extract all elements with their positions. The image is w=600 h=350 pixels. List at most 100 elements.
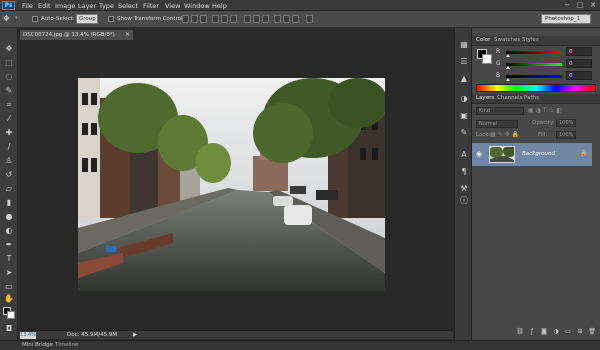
- distribute-hcenter-icon[interactable]: [283, 15, 290, 23]
- lock-options-icons[interactable]: ▦✎✥🔒: [490, 131, 530, 139]
- align-vcenter-icon[interactable]: [191, 15, 198, 23]
- layer-visibility-eye-icon[interactable]: ◉: [476, 150, 482, 158]
- shape-tool-icon[interactable]: ▭: [4, 282, 14, 292]
- menu-image[interactable]: Image: [55, 2, 75, 10]
- clone-stamp-tool-icon[interactable]: ♙: [4, 156, 14, 166]
- menu-help[interactable]: Help: [212, 2, 227, 10]
- distribute-left-icon[interactable]: [274, 15, 281, 23]
- properties-panel-icon[interactable]: ☰: [459, 57, 469, 67]
- document-tab[interactable]: DSC08724.jpg @ 13.4% (RGB/8*) ×: [19, 29, 134, 40]
- green-slider[interactable]: [506, 63, 562, 66]
- quick-mask-icon[interactable]: ◘: [4, 324, 14, 334]
- history-panel-icon[interactable]: ▦: [459, 40, 469, 50]
- menu-view[interactable]: View: [165, 2, 180, 10]
- zoom-field[interactable]: 13.4%: [20, 332, 36, 339]
- gradient-tool-icon[interactable]: ▮: [4, 198, 14, 208]
- tool-presets-panel-icon[interactable]: ⚒: [459, 184, 469, 194]
- green-slider-handle[interactable]: [506, 66, 510, 69]
- new-layer-icon[interactable]: ⊞: [576, 328, 584, 336]
- blue-slider[interactable]: [506, 75, 562, 78]
- healing-brush-tool-icon[interactable]: ✚: [4, 128, 14, 138]
- histogram-panel-icon[interactable]: ▲: [459, 74, 469, 84]
- chevron-down-icon[interactable]: ▾: [15, 15, 18, 21]
- auto-select-checkbox[interactable]: [32, 16, 38, 22]
- auto-select-dropdown[interactable]: Group: [76, 14, 98, 24]
- transform-controls-checkbox[interactable]: [108, 16, 114, 22]
- new-group-icon[interactable]: ▭: [564, 328, 572, 336]
- menu-file[interactable]: File: [22, 2, 33, 10]
- menu-edit[interactable]: Edit: [38, 2, 51, 10]
- menu-select[interactable]: Select: [118, 2, 138, 10]
- delete-layer-icon[interactable]: 🗑: [588, 328, 596, 336]
- opacity-field[interactable]: 100%: [556, 119, 576, 127]
- tab-styles[interactable]: Styles: [522, 37, 539, 43]
- paragraph-panel-icon[interactable]: ¶: [459, 167, 469, 177]
- blue-value-field[interactable]: 0: [566, 71, 592, 80]
- red-slider-handle[interactable]: [506, 54, 510, 57]
- layer-name[interactable]: Background: [522, 151, 555, 157]
- tab-mini-bridge[interactable]: Mini Bridge: [22, 342, 53, 348]
- status-menu-arrow-icon[interactable]: ▶: [133, 332, 137, 338]
- eyedropper-tool-icon[interactable]: ⁄: [4, 114, 14, 124]
- menu-window[interactable]: Window: [184, 2, 210, 10]
- adjustment-layer-icon[interactable]: ◑: [552, 328, 560, 336]
- menu-filter[interactable]: Filter: [143, 2, 159, 10]
- navigator-panel-icon[interactable]: ▣: [459, 111, 469, 121]
- path-select-tool-icon[interactable]: ➤: [4, 268, 14, 278]
- close-window-button[interactable]: ✕: [588, 1, 598, 9]
- tab-layers[interactable]: Layers: [476, 95, 494, 101]
- workspace-dropdown[interactable]: Photoshop_1: [541, 14, 591, 24]
- move-tool-preset-icon[interactable]: ✥: [3, 14, 13, 24]
- align-top-icon[interactable]: [182, 15, 189, 23]
- align-right-icon[interactable]: [230, 15, 237, 23]
- dodge-tool-icon[interactable]: ◐: [4, 226, 14, 236]
- brush-tool-icon[interactable]: ∕: [4, 142, 14, 152]
- crop-tool-icon[interactable]: ⌗: [4, 100, 14, 110]
- type-tool-icon[interactable]: T: [4, 254, 14, 264]
- link-layers-icon[interactable]: ⛓: [516, 328, 524, 336]
- lasso-tool-icon[interactable]: ◌: [4, 72, 14, 82]
- tab-timeline[interactable]: Timeline: [55, 342, 78, 348]
- quick-select-tool-icon[interactable]: ✎: [4, 86, 14, 96]
- canal-photo[interactable]: [78, 78, 385, 291]
- green-value-field[interactable]: 0: [566, 59, 592, 68]
- tab-swatches[interactable]: Swatches: [494, 37, 520, 43]
- tab-color[interactable]: Color: [476, 37, 490, 43]
- layer-filter-icons[interactable]: ▣◑T▭◧: [528, 107, 578, 115]
- hand-tool-icon[interactable]: ✋: [4, 294, 14, 304]
- marquee-tool-icon[interactable]: ⬚: [4, 58, 14, 68]
- adjustments-panel-icon[interactable]: ◑: [459, 94, 469, 104]
- align-left-icon[interactable]: [212, 15, 219, 23]
- move-tool-icon[interactable]: ✥: [4, 44, 14, 54]
- layer-filter-dropdown[interactable]: Kind: [476, 107, 524, 115]
- pen-tool-icon[interactable]: ✒: [4, 240, 14, 250]
- info-panel-icon[interactable]: ⓘ: [459, 196, 469, 206]
- red-slider[interactable]: [506, 51, 562, 54]
- tab-channels[interactable]: Channels: [497, 95, 522, 101]
- menu-layer[interactable]: Layer: [78, 2, 96, 10]
- blue-slider-handle[interactable]: [506, 78, 510, 81]
- align-hcenter-icon[interactable]: [221, 15, 228, 23]
- background-color-swatch[interactable]: [7, 311, 15, 319]
- close-document-icon[interactable]: ×: [125, 30, 130, 40]
- distribute-top-icon[interactable]: [244, 15, 251, 23]
- fill-field[interactable]: 100%: [556, 131, 576, 139]
- layer-row-background[interactable]: ◉ Background 🔒: [472, 143, 592, 166]
- minimize-button[interactable]: −: [562, 1, 572, 9]
- red-value-field[interactable]: 0: [566, 47, 592, 56]
- distribute-bottom-icon[interactable]: [262, 15, 269, 23]
- tab-paths[interactable]: Paths: [524, 95, 539, 101]
- color-spectrum-bar[interactable]: [476, 84, 596, 92]
- layer-mask-icon[interactable]: ◙: [540, 328, 548, 336]
- brush-panel-icon[interactable]: ✎: [459, 128, 469, 138]
- auto-align-icon[interactable]: [306, 15, 313, 23]
- layer-style-icon[interactable]: ƒ: [528, 328, 536, 336]
- align-bottom-icon[interactable]: [200, 15, 207, 23]
- menu-type[interactable]: Type: [99, 2, 114, 10]
- eraser-tool-icon[interactable]: ▱: [4, 184, 14, 194]
- distribute-vcenter-icon[interactable]: [253, 15, 260, 23]
- character-panel-icon[interactable]: A: [459, 150, 469, 160]
- color-background-swatch[interactable]: [482, 54, 492, 64]
- history-brush-tool-icon[interactable]: ↺: [4, 170, 14, 180]
- blur-tool-icon[interactable]: ●: [4, 212, 14, 222]
